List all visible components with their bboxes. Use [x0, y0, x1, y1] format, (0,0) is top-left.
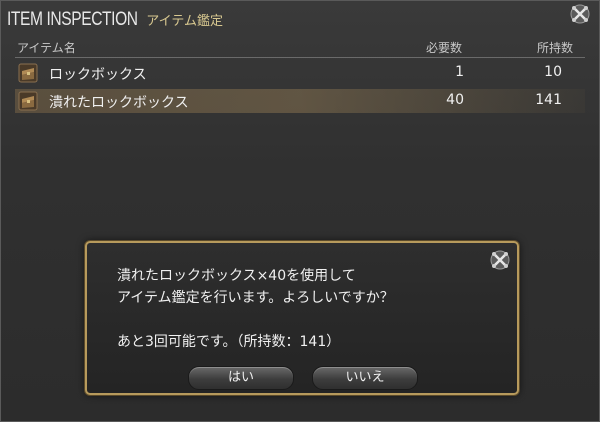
- item-required: 40: [446, 92, 464, 108]
- dialog-line-3: あと3回可能です。（所持数：141）: [117, 334, 341, 350]
- list-item[interactable]: ロックボックス 1 10: [15, 61, 585, 85]
- column-header: アイテム名 必要数 所持数: [17, 39, 575, 57]
- title-bar: ITEM INSPECTION アイテム鑑定: [7, 5, 223, 31]
- window-title: ITEM INSPECTION: [7, 9, 138, 30]
- crossed-swords-close-icon: [490, 250, 510, 270]
- dialog-line-2: アイテム鑑定を行います。よろしいですか？: [117, 290, 394, 306]
- no-button[interactable]: いいえ: [312, 366, 418, 390]
- confirm-dialog: 潰れたロックボックス×40を使用して アイテム鑑定を行います。よろしいですか？ …: [85, 241, 519, 395]
- window-close-button[interactable]: [569, 3, 591, 25]
- list-item-selected[interactable]: 潰れたロックボックス 40 141: [15, 89, 585, 113]
- dialog-message: 潰れたロックボックス×40を使用して アイテム鑑定を行います。よろしいですか？ …: [117, 265, 394, 353]
- column-owned: 所持数: [536, 41, 573, 55]
- item-owned: 10: [544, 64, 562, 80]
- column-required: 必要数: [425, 41, 462, 55]
- item-name: ロックボックス: [49, 67, 147, 83]
- column-item-name: アイテム名: [17, 41, 76, 55]
- yes-button[interactable]: はい: [188, 366, 294, 390]
- item-owned: 141: [535, 92, 562, 108]
- dialog-line-1: 潰れたロックボックス×40を使用して: [117, 268, 356, 284]
- chest-icon: [18, 63, 38, 83]
- header-divider: [15, 57, 585, 58]
- dialog-spacer: [117, 309, 394, 331]
- item-inspection-window: ITEM INSPECTION アイテム鑑定 アイテム名 必要数 所持数 ロック…: [0, 0, 600, 422]
- dialog-close-button[interactable]: [489, 249, 511, 271]
- chest-icon: [18, 91, 38, 111]
- item-required: 1: [455, 64, 464, 80]
- crossed-swords-close-icon: [570, 4, 590, 24]
- item-name: 潰れたロックボックス: [49, 95, 189, 111]
- window-subtitle: アイテム鑑定: [146, 14, 223, 29]
